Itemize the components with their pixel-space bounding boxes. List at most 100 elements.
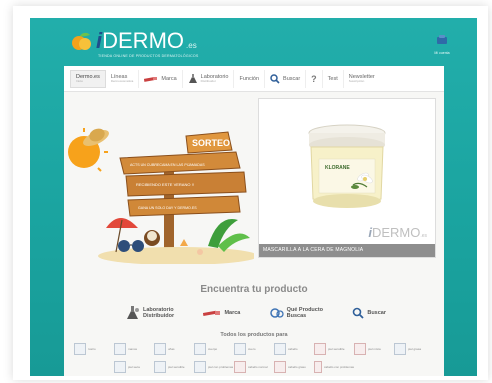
category-link[interactable]: cuerpo (194, 342, 234, 356)
nav-item-funcion[interactable]: Función (234, 69, 266, 88)
category-label: piel sensible (328, 347, 345, 351)
category-icon (194, 343, 206, 355)
category-link[interactable]: piel con problemas (194, 360, 234, 374)
find-product-heading: Encuentra tu producto (200, 284, 308, 295)
category-icon (394, 343, 406, 355)
logo-text: DERMO (102, 28, 185, 53)
category-link[interactable]: uñas (154, 342, 194, 356)
nav-sublabel: Distribuidor (200, 78, 216, 83)
category-label: cabello con problemas (323, 365, 354, 369)
question-icon: ? (311, 73, 317, 84)
featured-product[interactable]: KLORANE iDERMO.es MASCARILLA A LA CERA D… (258, 98, 436, 258)
website-screen: iDERMO .es TIENDA ONLINE DE PRODUCTOS DER… (30, 18, 477, 376)
beach-sign-illustration: SORTEO ACTS UN CUBRECAMA EN LAS PIJAMADA… (66, 128, 258, 265)
nav-item-help[interactable]: ? (306, 69, 323, 88)
category-icon (274, 361, 286, 373)
find-by-laboratory[interactable]: Laboratorio Distribuidor (126, 306, 174, 320)
category-label: cuerpo (208, 347, 218, 351)
find-by-product[interactable]: Qué Producto Buscas (269, 307, 323, 319)
category-label: cabello (288, 347, 298, 351)
logo-suffix: .es (186, 41, 197, 50)
find-label: Buscar (367, 309, 386, 316)
bubbles-icon (269, 308, 284, 318)
category-icon (114, 343, 126, 355)
nav-item-laboratorio[interactable]: Laboratorio Distribuidor (183, 69, 235, 88)
category-link[interactable]: piel sensible (154, 360, 194, 374)
promo-banner[interactable]: SORTEO ACTS UN CUBRECAMA EN LAS PIJAMADA… (66, 96, 258, 265)
watermark-text: DERMO (371, 225, 421, 240)
sign-line-3: GANA UN SOLO DAY Y DERMO.ES (138, 206, 197, 210)
content-card: Dermo.es Inicio Líneas Dermocosmética Marc… (64, 66, 444, 376)
nav-sublabel: Inicio (76, 78, 84, 83)
watermark-logo: iDERMO.es (368, 225, 427, 240)
account-label: Mi cuenta (434, 51, 450, 55)
nav-item-newsletter[interactable]: Newsletter Suscripción (344, 70, 380, 88)
lipstick-icon (144, 76, 158, 82)
cream-jar-image: KLORANE (308, 124, 386, 208)
lab-icon (127, 306, 139, 319)
category-label: cuero (248, 347, 256, 351)
category-label: uñas (168, 347, 175, 351)
category-link[interactable]: cabello normal (234, 360, 274, 374)
lipstick-icon (203, 310, 221, 317)
category-link[interactable]: cuero (234, 342, 274, 356)
find-sublabel: Distribuidor (143, 313, 175, 319)
category-label: piel mixta (368, 347, 381, 351)
category-icon (314, 343, 326, 355)
category-link[interactable]: cabello con problemas (314, 360, 354, 374)
lab-icon (188, 73, 197, 83)
category-label: piel grasa (408, 347, 422, 351)
category-icon (354, 343, 366, 355)
all-products-heading: Todos los productos para (220, 332, 288, 338)
nav-item-home[interactable]: Dermo.es Inicio (70, 69, 106, 88)
nav-sublabel: Suscripción (348, 78, 365, 83)
category-row-2: piel seca piel sensible piel con problem… (114, 360, 354, 374)
logo-wordmark: iDERMO .es (96, 28, 197, 54)
category-label: piel sensible (168, 365, 185, 369)
category-icon (274, 343, 286, 355)
magnifier-icon (270, 73, 280, 84)
main-nav: Dermo.es Inicio Líneas Dermocosmética Marc… (64, 66, 444, 92)
nav-label: Test (327, 75, 338, 82)
category-icon (114, 361, 126, 373)
fruit-logo-icon (72, 32, 91, 50)
nav-item-lineas[interactable]: Líneas Dermocosmética (106, 69, 140, 88)
nav-item-test[interactable]: Test (323, 69, 344, 88)
nav-item-marca[interactable]: Marca (139, 69, 183, 88)
find-label: Marca (224, 309, 241, 316)
category-row-1: rostro manos uñas cuerpo cuero cabello p… (74, 342, 434, 356)
nav-label: Marca (161, 75, 177, 82)
nav-item-buscar[interactable]: Buscar (265, 69, 307, 88)
find-by-search[interactable]: Buscar (352, 307, 386, 319)
category-link[interactable]: manos (114, 342, 154, 356)
category-label: rostro (88, 347, 96, 351)
category-label: piel seca (128, 365, 140, 369)
logo-tagline: TIENDA ONLINE DE PRODUCTOS DERMATOLÓGICO… (98, 54, 199, 58)
category-link[interactable]: piel mixta (354, 342, 394, 356)
nav-sublabel: Dermocosmética (110, 78, 134, 83)
category-link[interactable]: cabello graso (274, 360, 314, 374)
find-product-options: Laboratorio Distribuidor Marca Qué Produc… (126, 304, 386, 322)
category-link[interactable]: piel sensible (314, 342, 354, 356)
category-link[interactable]: rostro (74, 342, 114, 356)
category-icon (234, 361, 246, 373)
find-by-brand[interactable]: Marca (203, 309, 240, 317)
account-link[interactable]: Mi cuenta (429, 32, 455, 55)
category-link[interactable]: piel grasa (394, 342, 434, 356)
magnifier-icon (353, 307, 364, 319)
category-icon (74, 343, 86, 355)
user-icon (437, 35, 447, 44)
category-link[interactable]: cabello (274, 342, 314, 356)
category-icon (194, 361, 206, 373)
nav-label: Función (239, 75, 260, 82)
category-label: piel con problemas (208, 365, 234, 369)
category-icon (154, 343, 166, 355)
category-icon (154, 361, 166, 373)
sign-title: SORTEO (192, 138, 230, 148)
find-sublabel: Buscas (286, 313, 307, 319)
category-link[interactable]: piel seca (114, 360, 154, 374)
category-label: cabello normal (248, 365, 268, 369)
nav-label: Buscar (283, 75, 301, 82)
category-icon (314, 361, 322, 373)
product-caption: MASCARILLA A LA CERA DE MAGNOLIA (259, 244, 435, 257)
